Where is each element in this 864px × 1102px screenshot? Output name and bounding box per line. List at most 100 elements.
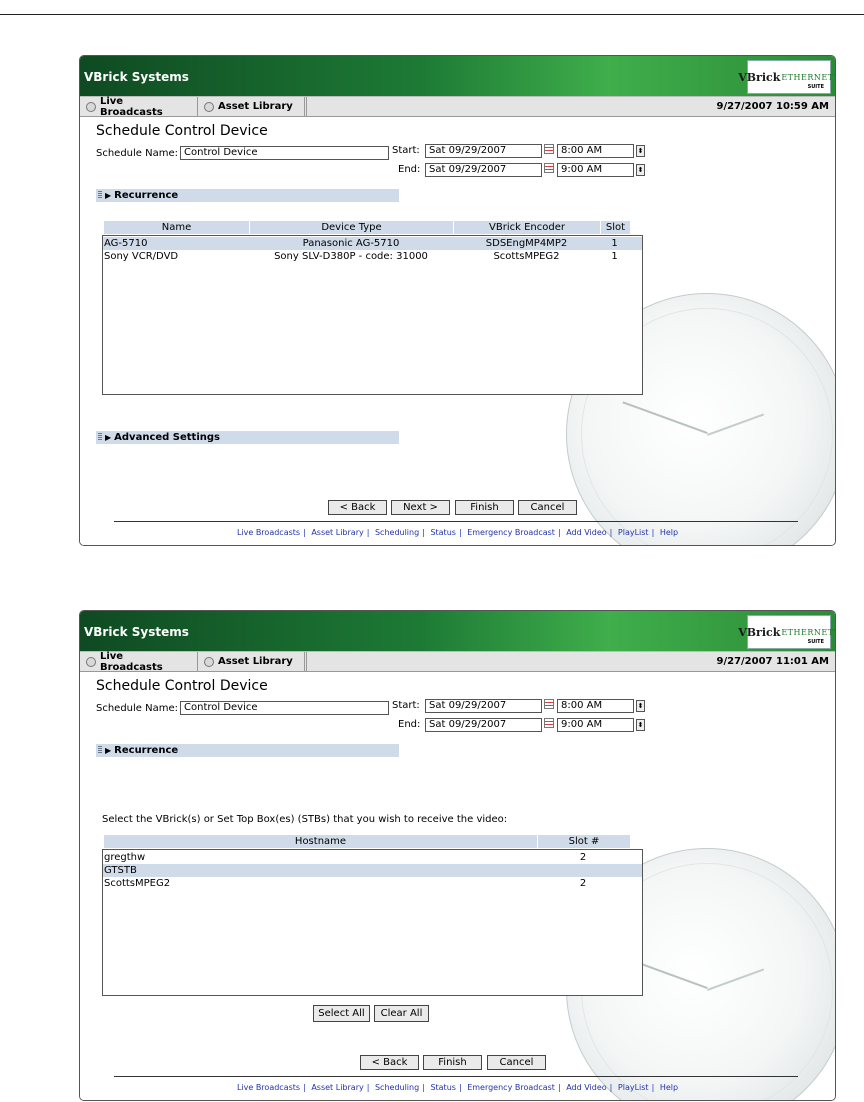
footer-link-status[interactable]: Status <box>430 528 456 537</box>
table-row[interactable]: AG-5710 Panasonic AG-5710 SDSEngMP4MP2 1 <box>103 237 642 250</box>
start-time-spinner-icon[interactable]: ⬍ <box>636 145 645 157</box>
footer-link-emergency-broadcast[interactable]: Emergency Broadcast <box>467 528 555 537</box>
schedule-name-input[interactable]: Control Device <box>180 146 389 160</box>
grip-icon <box>98 190 102 198</box>
start-label: Start: <box>392 700 420 711</box>
calendar-icon[interactable] <box>544 699 554 709</box>
cancel-button[interactable]: Cancel <box>487 1055 546 1070</box>
footer-link-status[interactable]: Status <box>430 1083 456 1092</box>
radio-dot-icon <box>204 656 214 667</box>
end-time-input[interactable]: 9:00 AM <box>557 718 634 732</box>
device-grid-header: Name Device Type VBrick Encoder Slot <box>104 221 630 234</box>
vbrick-logo: VBrick ETHERNETV SUITE <box>738 615 835 649</box>
back-button[interactable]: < Back <box>328 500 387 515</box>
grip-icon <box>98 745 102 753</box>
footer-link-playlist[interactable]: PlayList <box>618 1083 649 1092</box>
radio-dot-icon <box>204 101 214 112</box>
screenshot-recipient-selection: VBrick Systems VBrick ETHERNETV SUITE Liv… <box>79 610 836 1101</box>
advanced-settings-toggle[interactable]: ▶ Advanced Settings <box>96 431 399 444</box>
current-datetime: 9/27/2007 10:59 AM <box>716 101 830 112</box>
page-title: Schedule Control Device <box>96 678 268 694</box>
table-row[interactable]: ScottsMPEG2 2 <box>103 877 642 890</box>
app-title: VBrick Systems <box>84 70 189 84</box>
screenshot-device-selection: VBrick Systems VBrick ETHERNETV SUITE Liv… <box>79 55 836 546</box>
column-header-hostname[interactable]: Hostname <box>104 835 538 848</box>
tab-divider <box>305 652 307 671</box>
start-time-input[interactable]: 8:00 AM <box>557 144 634 158</box>
start-time-spinner-icon[interactable]: ⬍ <box>636 700 645 712</box>
recurrence-section-toggle[interactable]: ▶ Recurrence <box>96 189 399 202</box>
footer-link-live-broadcasts[interactable]: Live Broadcasts <box>237 1083 300 1092</box>
expand-arrow-icon: ▶ <box>105 746 112 755</box>
tab-asset-library[interactable]: Asset Library <box>198 652 305 671</box>
calendar-icon[interactable] <box>544 718 554 728</box>
footer-link-scheduling[interactable]: Scheduling <box>375 528 419 537</box>
footer-rule <box>114 521 798 522</box>
end-label: End: <box>398 164 421 175</box>
calendar-icon[interactable] <box>544 144 554 154</box>
footer-rule <box>114 1076 798 1077</box>
end-time-spinner-icon[interactable]: ⬍ <box>636 164 645 176</box>
column-header-device-type[interactable]: Device Type <box>250 221 454 234</box>
table-row[interactable]: Sony VCR/DVD Sony SLV-D380P - code: 3100… <box>103 250 642 263</box>
footer-link-asset-library[interactable]: Asset Library <box>311 528 363 537</box>
footer-link-scheduling[interactable]: Scheduling <box>375 1083 419 1092</box>
footer-links: Live Broadcasts | Asset Library | Scheduli… <box>236 1083 679 1092</box>
tab-asset-library[interactable]: Asset Library <box>198 97 305 116</box>
end-time-input[interactable]: 9:00 AM <box>557 163 634 177</box>
device-list[interactable]: AG-5710 Panasonic AG-5710 SDSEngMP4MP2 1… <box>102 235 643 395</box>
table-row[interactable]: GTSTB <box>103 864 642 877</box>
back-button[interactable]: < Back <box>360 1055 419 1070</box>
schedule-name-input[interactable]: Control Device <box>180 701 389 715</box>
column-header-slot[interactable]: Slot <box>601 221 630 234</box>
column-header-slot[interactable]: Slot # <box>538 835 630 848</box>
footer-link-help[interactable]: Help <box>660 1083 678 1092</box>
schedule-name-label: Schedule Name: <box>96 703 179 714</box>
select-all-button[interactable]: Select All <box>313 1005 370 1022</box>
column-header-name[interactable]: Name <box>104 221 250 234</box>
cancel-button[interactable]: Cancel <box>518 500 577 515</box>
recipient-list[interactable]: gregthw 2 GTSTB ScottsMPEG2 2 <box>102 849 643 996</box>
footer-link-add-video[interactable]: Add Video <box>566 528 606 537</box>
radio-dot-icon <box>86 101 96 112</box>
footer-link-add-video[interactable]: Add Video <box>566 1083 606 1092</box>
tab-bar: Live Broadcasts Asset Library 9/27/2007 … <box>80 96 835 118</box>
start-label: Start: <box>392 145 420 156</box>
footer-link-emergency-broadcast[interactable]: Emergency Broadcast <box>467 1083 555 1092</box>
clear-all-button[interactable]: Clear All <box>374 1005 429 1022</box>
end-time-spinner-icon[interactable]: ⬍ <box>636 719 645 731</box>
footer-links: Live Broadcasts | Asset Library | Scheduli… <box>236 528 679 537</box>
footer-link-help[interactable]: Help <box>660 528 678 537</box>
app-header: VBrick Systems VBrick ETHERNETV SUITE <box>80 56 835 96</box>
end-date-input[interactable]: Sat 09/29/2007 <box>425 163 542 177</box>
grip-icon <box>98 432 102 440</box>
footer-link-asset-library[interactable]: Asset Library <box>311 1083 363 1092</box>
app-header: VBrick Systems VBrick ETHERNETV SUITE <box>80 611 835 651</box>
expand-arrow-icon: ▶ <box>105 191 112 200</box>
finish-button[interactable]: Finish <box>455 500 514 515</box>
finish-button[interactable]: Finish <box>423 1055 482 1070</box>
radio-dot-icon <box>86 656 96 667</box>
table-row[interactable]: gregthw 2 <box>103 851 642 864</box>
calendar-icon[interactable] <box>544 163 554 173</box>
next-button[interactable]: Next > <box>391 500 450 515</box>
recipient-instruction: Select the VBrick(s) or Set Top Box(es) … <box>102 814 508 825</box>
tab-divider <box>305 97 307 116</box>
end-date-input[interactable]: Sat 09/29/2007 <box>425 718 542 732</box>
start-time-input[interactable]: 8:00 AM <box>557 699 634 713</box>
tab-bar: Live Broadcasts Asset Library 9/27/2007 … <box>80 651 835 673</box>
footer-link-playlist[interactable]: PlayList <box>618 528 649 537</box>
column-header-encoder[interactable]: VBrick Encoder <box>454 221 601 234</box>
hostname-grid-header: Hostname Slot # <box>104 835 630 848</box>
start-date-input[interactable]: Sat 09/29/2007 <box>425 699 542 713</box>
vbrick-logo: VBrick ETHERNETV SUITE <box>738 60 835 94</box>
expand-arrow-icon: ▶ <box>105 433 112 442</box>
recurrence-section-toggle[interactable]: ▶ Recurrence <box>96 744 399 757</box>
start-date-input[interactable]: Sat 09/29/2007 <box>425 144 542 158</box>
schedule-name-label: Schedule Name: <box>96 148 179 159</box>
app-title: VBrick Systems <box>84 625 189 639</box>
page-title: Schedule Control Device <box>96 123 268 139</box>
tab-live-broadcasts[interactable]: Live Broadcasts <box>80 651 198 673</box>
tab-live-broadcasts[interactable]: Live Broadcasts <box>80 96 198 118</box>
footer-link-live-broadcasts[interactable]: Live Broadcasts <box>237 528 300 537</box>
